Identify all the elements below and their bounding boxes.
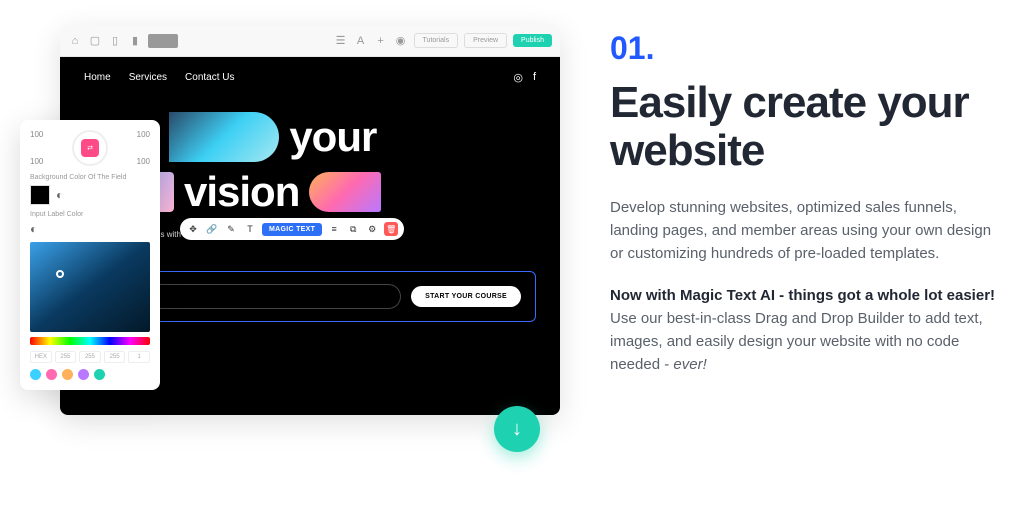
color-g[interactable]: 255 — [79, 351, 101, 363]
palette-swatch[interactable] — [78, 369, 89, 380]
home-icon[interactable]: ⌂ — [68, 34, 82, 48]
hue-slider[interactable] — [30, 337, 150, 345]
palette-swatch[interactable] — [30, 369, 41, 380]
description-1: Develop stunning websites, optimized sal… — [610, 196, 1004, 266]
link-icon[interactable]: 🔗 — [205, 222, 219, 236]
corner-radius-tl[interactable]: 100 — [30, 130, 43, 139]
palette-swatch[interactable] — [62, 369, 73, 380]
layers-icon[interactable]: ☰ — [334, 34, 348, 48]
step-number: 01. — [610, 30, 1004, 67]
corner-radius-br[interactable]: 100 — [137, 157, 150, 166]
editor-toolbar: ⌂ ▢ ▯ ▮ ☰ A + ◉ Tutorials Preview Publis… — [60, 25, 560, 57]
url-bar[interactable] — [148, 34, 178, 48]
delete-icon[interactable]: 🗑 — [384, 222, 398, 236]
site-nav: Home Services Contact Us ◎ f — [84, 71, 536, 84]
eyedropper-icon-2[interactable]: ◐ — [30, 222, 37, 236]
magic-text-button[interactable]: MAGIC TEXT — [262, 223, 322, 236]
brush-icon[interactable]: ✎ — [224, 222, 238, 236]
color-mode[interactable]: HEX — [30, 351, 52, 363]
headline: Easily create your website — [610, 79, 1004, 176]
corner-radius-bl[interactable]: 100 — [30, 157, 43, 166]
eye-icon[interactable]: ◉ — [394, 34, 408, 48]
hero-word-3[interactable]: vision — [184, 168, 299, 216]
gradient-shape-3[interactable] — [309, 172, 381, 212]
arrow-down-icon: ↓ — [512, 418, 522, 441]
radius-preview: ⇄ — [72, 130, 108, 166]
color-a[interactable]: 1 — [128, 351, 150, 363]
eyedropper-icon[interactable]: ◐ — [56, 188, 63, 202]
scroll-down-button[interactable]: ↓ — [494, 406, 540, 452]
palette-swatch[interactable] — [94, 369, 105, 380]
color-saturation-area[interactable] — [30, 242, 150, 332]
nav-home[interactable]: Home — [84, 72, 111, 83]
align-icon[interactable]: ≡ — [327, 222, 341, 236]
marketing-copy: 01. Easily create your website Develop s… — [600, 0, 1024, 512]
palette-row — [30, 369, 150, 380]
add-icon[interactable]: + — [374, 34, 388, 48]
color-r[interactable]: 255 — [55, 351, 77, 363]
desktop-icon[interactable]: ▢ — [88, 34, 102, 48]
color-value-row: HEX 255 255 255 1 — [30, 351, 150, 363]
publish-button[interactable]: Publish — [513, 34, 552, 47]
nav-services[interactable]: Services — [129, 72, 167, 83]
copy-icon[interactable]: ⧉ — [346, 222, 360, 236]
description-2: Now with Magic Text AI - things got a wh… — [610, 284, 1004, 377]
start-course-button[interactable]: START YOUR COURSE — [411, 286, 521, 307]
text-icon[interactable]: A — [354, 34, 368, 48]
gradient-shape-1[interactable] — [169, 112, 279, 162]
link-corners-icon[interactable]: ⇄ — [81, 139, 99, 157]
color-b[interactable]: 255 — [104, 351, 126, 363]
hero-word-2[interactable]: your — [289, 113, 376, 161]
instagram-icon[interactable]: ◎ — [513, 71, 523, 84]
color-picker-panel: 100 100 ⇄ 100 100 Background Color Of Th… — [20, 120, 160, 390]
nav-contact[interactable]: Contact Us — [185, 72, 234, 83]
input-color-label: Input Label Color — [30, 211, 150, 218]
type-icon[interactable]: T — [243, 222, 257, 236]
palette-swatch[interactable] — [46, 369, 57, 380]
bg-color-swatch[interactable] — [30, 185, 50, 205]
tablet-icon[interactable]: ▯ — [108, 34, 122, 48]
preview-button[interactable]: Preview — [464, 33, 507, 48]
move-icon[interactable]: ✥ — [186, 222, 200, 236]
settings-icon[interactable]: ⚙ — [365, 222, 379, 236]
mobile-icon[interactable]: ▮ — [128, 34, 142, 48]
tutorials-button[interactable]: Tutorials — [414, 33, 459, 48]
facebook-icon[interactable]: f — [533, 71, 536, 84]
bg-color-label: Background Color Of The Field — [30, 174, 150, 181]
element-edit-toolbar: ✥ 🔗 ✎ T MAGIC TEXT ≡ ⧉ ⚙ 🗑 — [180, 218, 404, 240]
corner-radius-tr[interactable]: 100 — [137, 130, 150, 139]
color-cursor[interactable] — [56, 270, 64, 278]
